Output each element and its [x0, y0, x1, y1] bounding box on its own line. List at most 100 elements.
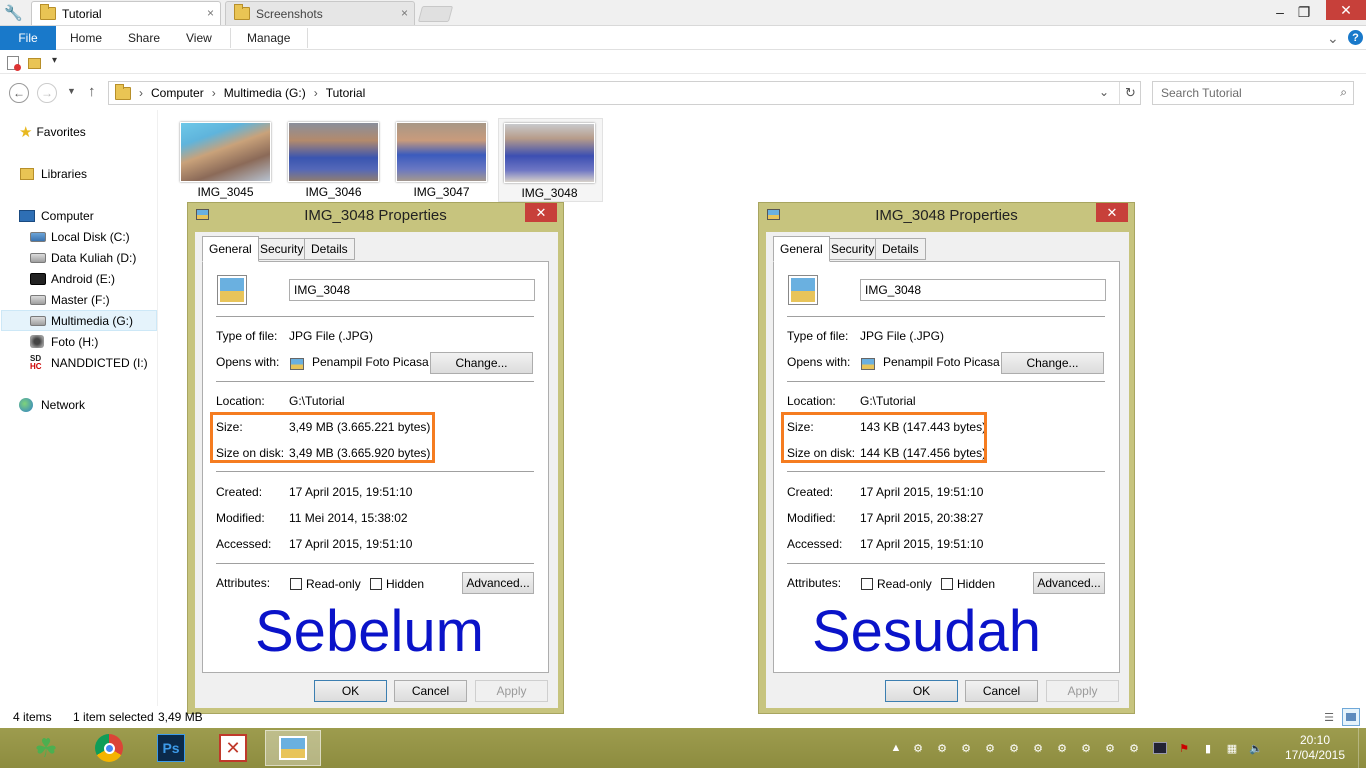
apply-button[interactable]: Apply: [475, 680, 548, 702]
tab-details[interactable]: Details: [875, 238, 926, 260]
ribbon-tab-view[interactable]: View: [186, 26, 212, 50]
file-item[interactable]: IMG_3045: [177, 118, 283, 202]
readonly-checkbox[interactable]: [861, 578, 873, 590]
nav-network[interactable]: Network: [19, 394, 85, 415]
breadcrumb-multimedia[interactable]: Multimedia (G:): [224, 86, 306, 100]
photoshop-icon[interactable]: Ps: [143, 730, 199, 766]
ribbon-tab-manage[interactable]: Manage: [247, 26, 290, 50]
file-item[interactable]: IMG_3046: [285, 118, 391, 202]
close-icon[interactable]: ×: [401, 6, 408, 20]
back-icon[interactable]: ←: [9, 83, 29, 103]
tray-app-icon[interactable]: ⚙: [1079, 742, 1093, 755]
tray-flag-icon[interactable]: ⚑: [1177, 742, 1191, 755]
customize-qat-icon[interactable]: ▾: [52, 55, 57, 66]
breadcrumb-tutorial[interactable]: Tutorial: [326, 86, 366, 100]
tab-details[interactable]: Details: [304, 238, 355, 260]
file-name-field[interactable]: IMG_3048: [860, 279, 1106, 301]
dialog-close-button[interactable]: ✕: [1096, 203, 1128, 222]
file-explorer-taskbar-icon[interactable]: [265, 730, 321, 766]
tab-screenshots[interactable]: Screenshots ×: [225, 1, 415, 25]
ribbon-tab-share[interactable]: Share: [128, 26, 160, 50]
tray-monitor-icon[interactable]: [1153, 742, 1167, 754]
refresh-icon[interactable]: ↻: [1119, 82, 1141, 104]
nav-drive-i[interactable]: SD HC NANDDICTED (I:): [30, 352, 148, 373]
tray-app-icon[interactable]: ⚙: [1055, 742, 1069, 755]
chevron-down-icon[interactable]: ⌄: [1327, 26, 1339, 50]
tab-security[interactable]: Security: [253, 238, 311, 260]
cancel-button[interactable]: Cancel: [965, 680, 1038, 702]
tray-app-icon[interactable]: ⚙: [983, 742, 997, 755]
nav-drive-h[interactable]: Foto (H:): [30, 331, 98, 352]
forward-icon[interactable]: →: [37, 83, 57, 103]
volume-icon[interactable]: 🔈: [1249, 742, 1263, 755]
search-input[interactable]: Search Tutorial ⌕: [1152, 81, 1354, 105]
help-icon[interactable]: ?: [1348, 30, 1363, 45]
tab-label: Screenshots: [256, 6, 323, 21]
nav-computer[interactable]: Computer: [19, 205, 94, 226]
clock[interactable]: 20:10 17/04/2015: [1280, 733, 1350, 763]
readonly-checkbox[interactable]: [290, 578, 302, 590]
nav-libraries[interactable]: Libraries: [20, 163, 87, 184]
nav-drive-g[interactable]: Multimedia (G:): [1, 310, 157, 331]
chrome-icon[interactable]: [81, 730, 137, 766]
hidden-checkbox[interactable]: [370, 578, 382, 590]
clover-app-icon[interactable]: ☘: [18, 730, 74, 766]
ribbon-tab-file[interactable]: File: [0, 26, 56, 50]
address-bar[interactable]: › Computer › Multimedia (G:) › Tutorial …: [108, 81, 1141, 105]
address-dropdown-icon[interactable]: ⌄: [1099, 85, 1109, 99]
change-button[interactable]: Change...: [1001, 352, 1104, 374]
recent-locations-icon[interactable]: ▼: [67, 86, 76, 96]
tab-general[interactable]: General: [773, 236, 830, 262]
details-view-icon[interactable]: ☰: [1321, 709, 1337, 725]
ok-button[interactable]: OK: [314, 680, 387, 702]
wrench-icon[interactable]: 🔧: [0, 0, 27, 25]
tray-app-icon[interactable]: ⚙: [1127, 742, 1141, 755]
breadcrumb-separator: ›: [313, 86, 318, 100]
overlay-caption-before: Sebelum: [255, 599, 484, 664]
file-item-selected[interactable]: IMG_3048: [498, 118, 603, 202]
tray-app-icon[interactable]: ⚙: [1007, 742, 1021, 755]
opens-with-value: Penampil Foto Picasa: [312, 355, 429, 369]
dialog-close-button[interactable]: ✕: [525, 203, 557, 222]
show-desktop-button[interactable]: [1358, 728, 1366, 768]
hidden-checkbox[interactable]: [941, 578, 953, 590]
pdf-app-icon[interactable]: ✕: [205, 730, 261, 766]
search-icon[interactable]: ⌕: [1340, 85, 1347, 100]
apply-button[interactable]: Apply: [1046, 680, 1119, 702]
file-item[interactable]: IMG_3047: [393, 118, 499, 202]
tab-security[interactable]: Security: [824, 238, 882, 260]
drive-icon: [30, 272, 46, 285]
properties-icon[interactable]: [7, 56, 21, 71]
tray-app-icon[interactable]: ⚙: [911, 742, 925, 755]
close-window-button[interactable]: ✕: [1326, 0, 1366, 20]
tray-app-icon[interactable]: ⚙: [959, 742, 973, 755]
ok-button[interactable]: OK: [885, 680, 958, 702]
close-icon[interactable]: ×: [207, 6, 214, 20]
advanced-button[interactable]: Advanced...: [462, 572, 534, 594]
file-name-field[interactable]: IMG_3048: [289, 279, 535, 301]
new-folder-icon[interactable]: [28, 58, 41, 69]
ribbon-tab-home[interactable]: Home: [70, 26, 102, 50]
tray-app-icon[interactable]: ⚙: [1103, 742, 1117, 755]
tab-tutorial[interactable]: Tutorial ×: [31, 1, 221, 25]
nav-drive-d[interactable]: Data Kuliah (D:): [30, 247, 136, 268]
new-tab-button[interactable]: [417, 6, 454, 22]
tab-general[interactable]: General: [202, 236, 259, 262]
nav-favorites[interactable]: ★ Favorites: [19, 121, 86, 142]
tray-app-icon[interactable]: ⚙: [1031, 742, 1045, 755]
tray-battery-icon[interactable]: ▮: [1201, 742, 1215, 755]
show-hidden-icons[interactable]: ▲: [889, 742, 903, 754]
nav-drive-c[interactable]: Local Disk (C:): [30, 226, 130, 247]
minimize-button[interactable]: –: [1270, 2, 1290, 22]
change-button[interactable]: Change...: [430, 352, 533, 374]
nav-drive-f[interactable]: Master (F:): [30, 289, 110, 310]
tray-app-icon[interactable]: ⚙: [935, 742, 949, 755]
up-icon[interactable]: ↑: [88, 83, 96, 100]
tray-network-icon[interactable]: ▦: [1225, 742, 1239, 755]
maximize-button[interactable]: ❐: [1294, 2, 1314, 22]
large-icons-view-icon[interactable]: [1342, 708, 1360, 726]
nav-drive-e[interactable]: Android (E:): [30, 268, 115, 289]
cancel-button[interactable]: Cancel: [394, 680, 467, 702]
advanced-button[interactable]: Advanced...: [1033, 572, 1105, 594]
breadcrumb-computer[interactable]: Computer: [151, 86, 204, 100]
